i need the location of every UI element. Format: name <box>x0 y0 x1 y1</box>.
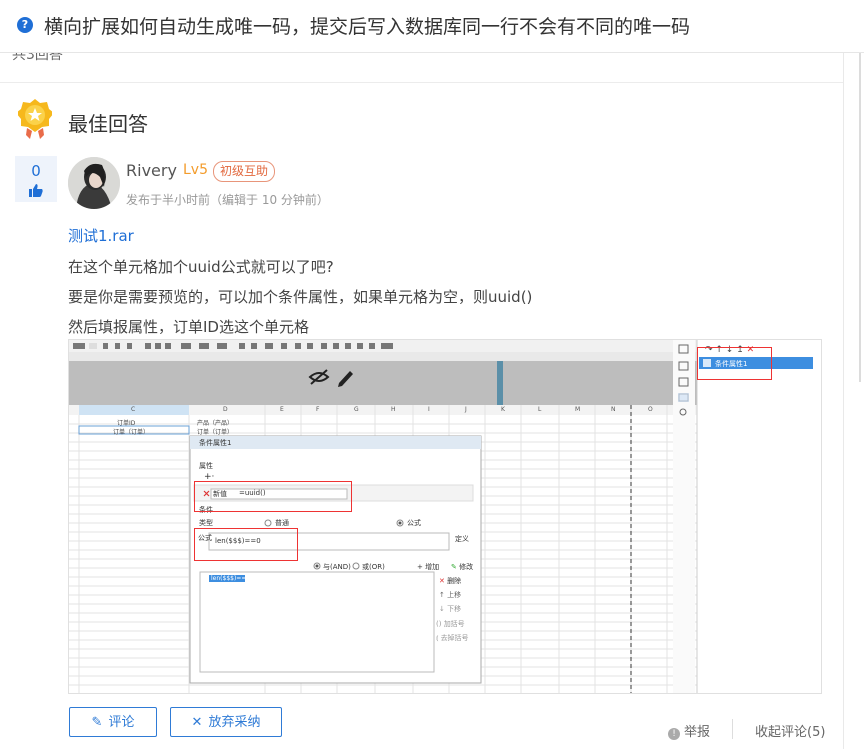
edit-icon: ✎ <box>451 563 460 571</box>
cond-list-item[interactable]: len($$$)==0 <box>211 575 250 582</box>
move-up-button[interactable]: ↑ 上移 <box>439 590 461 600</box>
column-header: M <box>575 406 581 413</box>
best-answer-label: 最佳回答 <box>68 112 148 136</box>
edit-cond-button[interactable]: ✎ 修改 <box>451 562 473 572</box>
comment-edit-icon: ✎ <box>91 715 103 730</box>
avatar[interactable] <box>68 157 120 209</box>
question-header: ? 横向扩展如何自动生成唯一码，提交后写入数据库同一行不会有不同的唯一码 <box>0 0 864 53</box>
divider <box>0 82 843 83</box>
question-icon: ? <box>17 17 33 33</box>
highlight-side-box <box>697 347 772 380</box>
column-header: N <box>611 406 616 413</box>
column-header: H <box>391 406 396 413</box>
vote-count: 0 <box>31 162 41 180</box>
type-label: 类型 <box>199 519 213 527</box>
abandon-label: 放弃采纳 <box>208 715 261 730</box>
question-title: 横向扩展如何自动生成唯一码，提交后写入数据库同一行不会有不同的唯一码 <box>44 16 691 38</box>
move-down-button[interactable]: ↓ 下移 <box>439 604 461 614</box>
delete-cond-button[interactable]: ✕ 删除 <box>439 576 461 586</box>
answer-line: 要是你是需要预览的，可以加个条件属性，如果单元格为空，则uuid() <box>68 288 533 306</box>
column-header: K <box>501 406 505 413</box>
user-badge: 初级互助 <box>213 161 276 182</box>
add-cond-button[interactable]: + 增加 <box>417 562 439 572</box>
divider <box>732 719 733 739</box>
answer-line: 在这个单元格加个uuid公式就可以了吧? <box>68 258 334 276</box>
scrollbar[interactable] <box>843 52 864 749</box>
remove-bracket-button[interactable]: ⦅ 去掉括号 <box>436 633 469 643</box>
thumbs-up-icon <box>15 182 57 201</box>
move-up-label: 上移 <box>447 591 462 599</box>
type-formula-radio[interactable]: 公式 <box>407 518 421 528</box>
best-answer-medal-icon <box>16 98 54 144</box>
column-header: C <box>131 406 136 413</box>
remove-bracket-label: 去掉括号 <box>440 634 469 642</box>
define-button[interactable]: 定义 <box>455 534 469 544</box>
column-header: E <box>280 406 284 413</box>
add-cond-label: 增加 <box>425 563 440 571</box>
close-icon: ✕ <box>191 715 203 730</box>
answer-line: 然后填报属性，订单ID选这个单元格 <box>68 318 309 336</box>
user-name[interactable]: Rivery <box>126 161 177 180</box>
column-header: O <box>648 406 653 413</box>
sheet-cell: 订单（订单） <box>113 429 150 436</box>
collapse-comments-link[interactable]: 收起评论(5) <box>755 721 825 740</box>
add-icon: + <box>417 563 426 571</box>
attachment-link[interactable]: 测试1.rar <box>68 225 134 246</box>
answer-screenshot: 订单ID 产品（产品） 订单（订单） 订单（订单） C D E F G H I … <box>68 339 822 694</box>
down-arrow-icon: ↓ <box>439 605 448 613</box>
dialog-section-attr: 属性 <box>199 462 213 470</box>
abandon-adopt-button[interactable]: ✕ 放弃采纳 <box>170 707 282 737</box>
highlight-attr-box <box>194 481 352 512</box>
or-radio[interactable]: 或(OR) <box>362 562 385 572</box>
and-radio[interactable]: 与(AND) <box>323 562 351 572</box>
dialog-title: 条件属性1 <box>199 439 232 447</box>
add-bracket-button[interactable]: () 加括号 <box>436 619 465 629</box>
report-link[interactable]: ! 举报 <box>668 721 710 740</box>
column-header: L <box>538 406 542 413</box>
post-meta: 发布于半小时前（编辑于 10 分钟前） <box>126 193 329 207</box>
column-header: G <box>354 406 359 413</box>
up-arrow-icon: ↑ <box>439 591 448 599</box>
bracket-icon: () <box>436 620 444 628</box>
highlight-formula-box <box>194 528 298 561</box>
comment-label: 评论 <box>108 715 135 730</box>
sheet-cell: 产品（产品） <box>197 420 234 427</box>
type-normal-radio[interactable]: 普通 <box>275 518 289 528</box>
info-icon: ! <box>668 728 680 740</box>
comment-button[interactable]: ✎ 评论 <box>69 707 157 737</box>
move-down-label: 下移 <box>447 605 462 613</box>
user-level: Lv5 <box>183 162 208 178</box>
delete-icon: ✕ <box>439 577 448 585</box>
scrollbar-thumb[interactable] <box>859 52 861 382</box>
delete-cond-label: 删除 <box>447 577 462 585</box>
add-bracket-label: 加括号 <box>443 620 465 628</box>
column-header: I <box>428 406 430 413</box>
column-header: F <box>316 406 320 413</box>
sheet-cell: 订单（订单） <box>197 429 234 436</box>
sheet-cell: 订单ID <box>117 420 136 427</box>
column-header: D <box>223 406 228 413</box>
report-label: 举报 <box>684 725 711 740</box>
column-header: J <box>465 406 467 413</box>
edit-cond-label: 修改 <box>459 563 474 571</box>
vote-button[interactable]: 0 <box>15 156 57 202</box>
